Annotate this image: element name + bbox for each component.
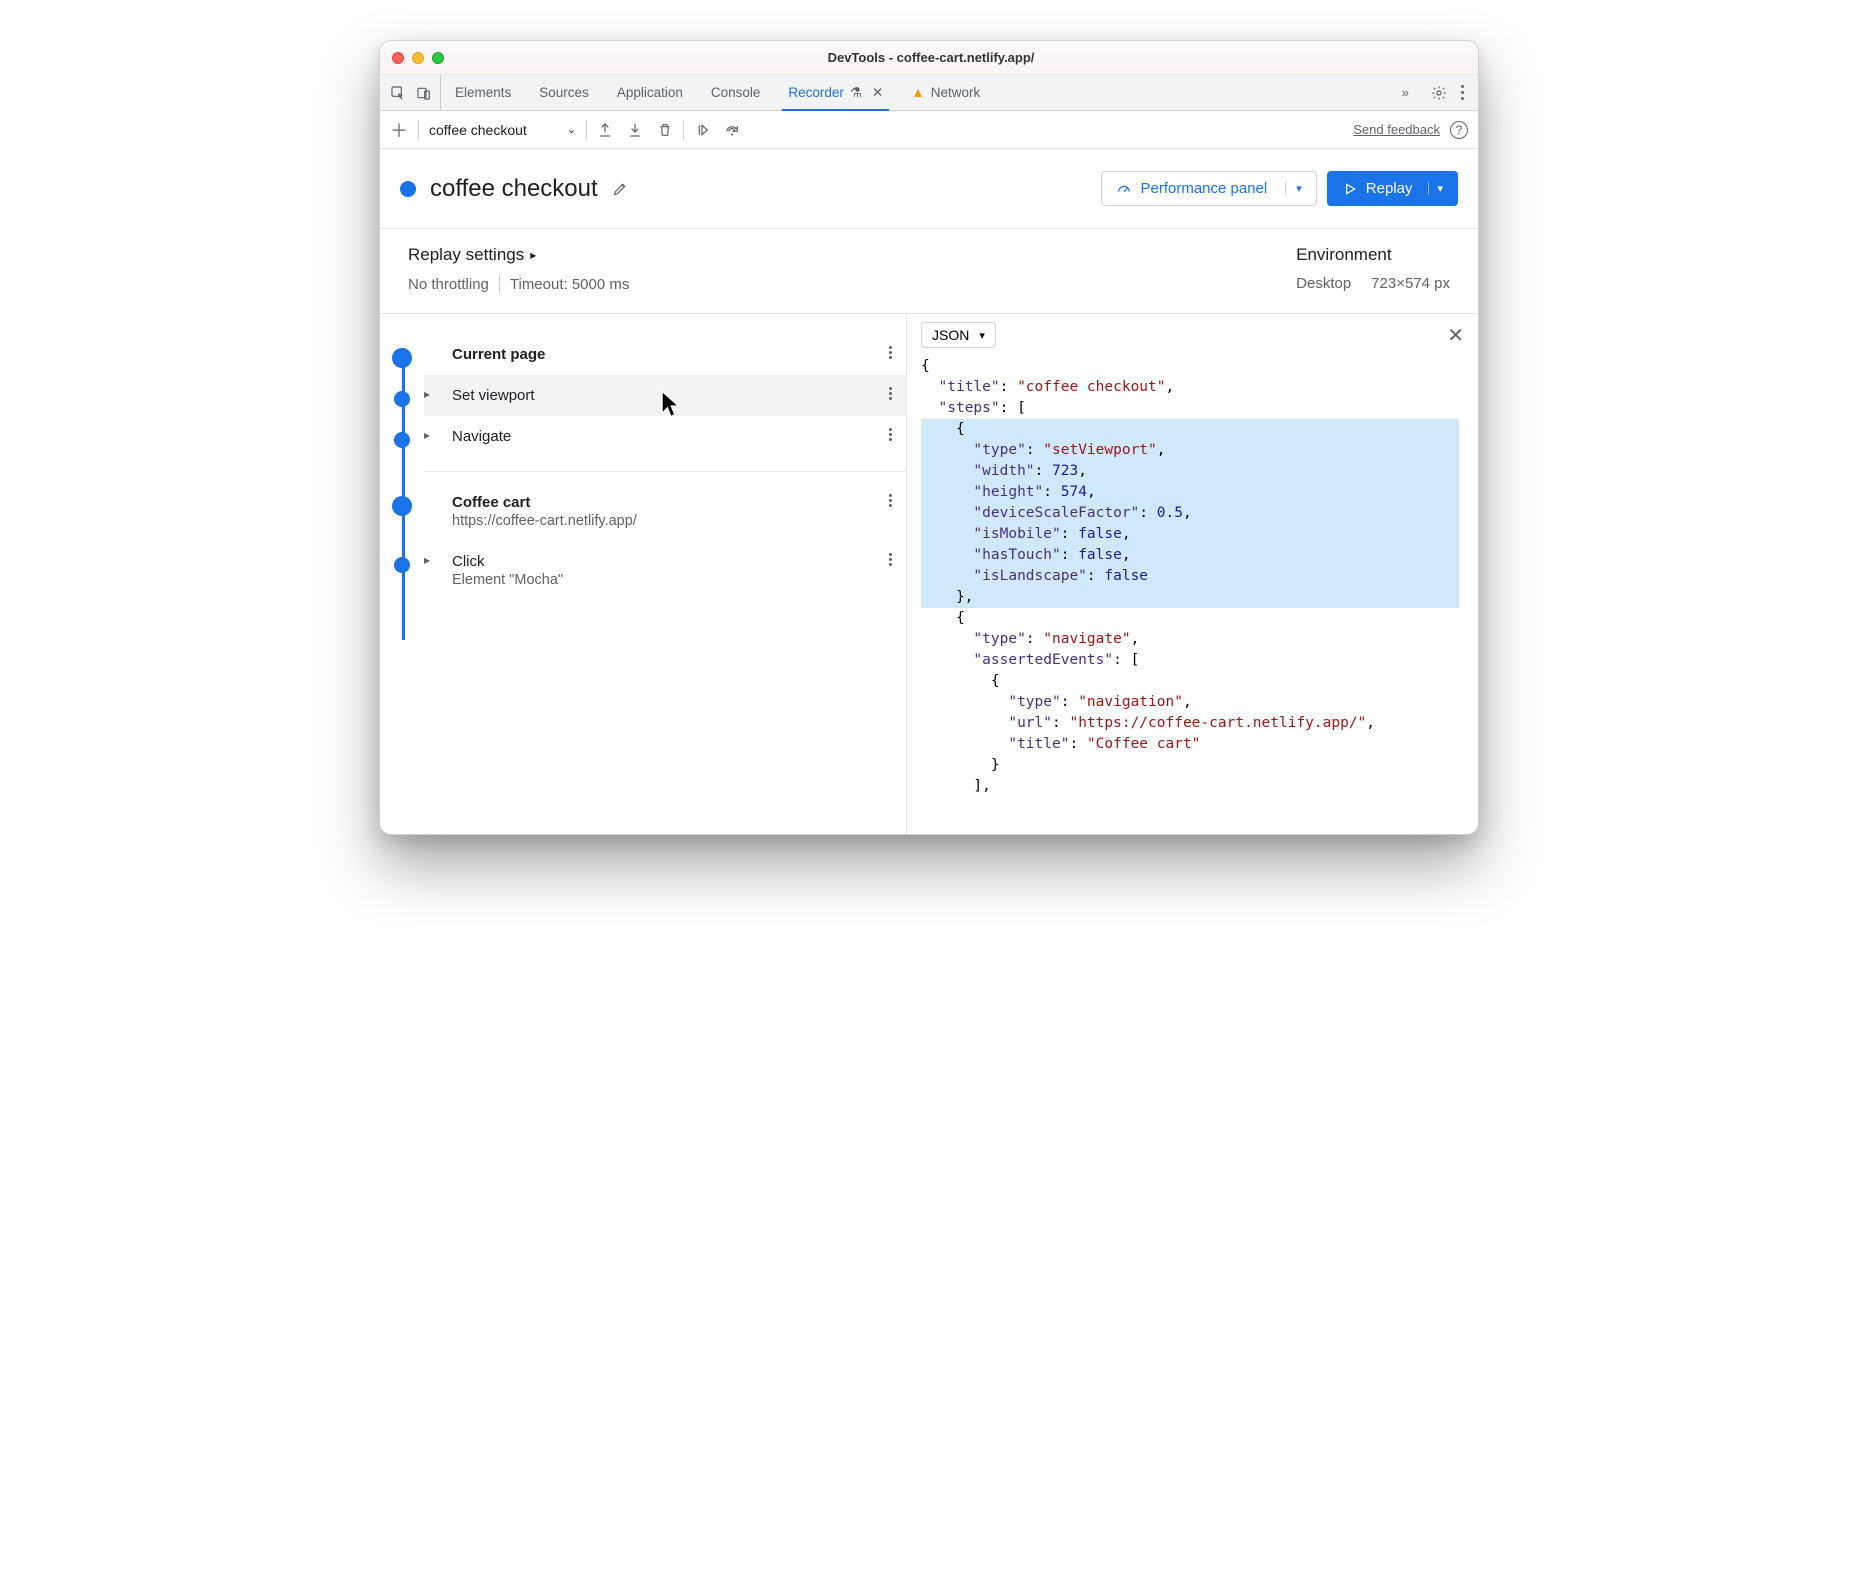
devtools-window: DevTools - coffee-cart.netlify.app/ Elem… — [379, 40, 1479, 835]
titlebar: DevTools - coffee-cart.netlify.app/ — [380, 41, 1478, 75]
delete-icon[interactable] — [657, 122, 673, 138]
step-row[interactable]: ▸ Navigate — [424, 416, 906, 457]
main-content: Current page ▸ Set viewport ▸ Navigate Coffee… — [380, 314, 1478, 834]
inspect-element-icon[interactable] — [390, 85, 406, 101]
chevron-down-icon: ▾ — [979, 329, 985, 342]
settings-row: Replay settings ▸ No throttling Timeout:… — [380, 229, 1478, 314]
kebab-menu-icon[interactable] — [1461, 85, 1464, 100]
help-icon[interactable]: ? — [1450, 121, 1468, 139]
export-icon[interactable] — [597, 122, 613, 138]
settings-gear-icon[interactable] — [1431, 85, 1447, 101]
step-sublabel: Element "Mocha" — [452, 572, 563, 588]
step-label: Set viewport — [452, 387, 535, 404]
step-label: Click — [452, 553, 563, 570]
step-menu-icon[interactable] — [889, 428, 892, 441]
step-label: Current page — [452, 346, 545, 363]
overflow-tabs-icon[interactable]: » — [1387, 85, 1423, 100]
maximize-window-icon[interactable] — [432, 52, 444, 64]
send-feedback-link[interactable]: Send feedback — [1353, 122, 1440, 137]
edit-title-icon[interactable] — [612, 181, 628, 197]
chevron-right-icon[interactable]: ▸ — [424, 428, 438, 442]
tab-network[interactable]: ▲ Network — [897, 75, 994, 110]
minimize-window-icon[interactable] — [412, 52, 424, 64]
step-over-icon[interactable] — [724, 122, 740, 138]
replay-settings-toggle[interactable]: Replay settings ▸ — [408, 245, 1296, 265]
panel-tabbar: ElementsSourcesApplicationConsoleRecorde… — [380, 75, 1478, 111]
chevron-down-icon: ⌄ — [567, 123, 576, 136]
performance-panel-button[interactable]: Performance panel ▾ — [1101, 171, 1316, 206]
import-icon[interactable] — [627, 122, 643, 138]
close-code-panel-icon[interactable]: ✕ — [1447, 323, 1464, 348]
play-icon — [1342, 181, 1358, 197]
replay-button[interactable]: Replay ▾ — [1327, 171, 1458, 206]
step-menu-icon[interactable] — [889, 387, 892, 400]
recording-header: coffee checkout Performance panel ▾ Repl… — [380, 149, 1478, 229]
step-label: Coffee cart — [452, 494, 637, 511]
close-tab-icon[interactable]: ✕ — [872, 85, 883, 101]
environment-label: Environment — [1296, 245, 1450, 265]
timeline-node-icon — [394, 432, 410, 448]
format-selector[interactable]: JSON ▾ — [921, 322, 996, 348]
tab-recorder[interactable]: Recorder ⚗ ✕ — [774, 75, 897, 110]
recording-title: coffee checkout — [430, 175, 598, 203]
step-row[interactable]: Current page — [424, 334, 906, 375]
steps-timeline: Current page ▸ Set viewport ▸ Navigate Coffee… — [380, 314, 907, 834]
chevron-right-icon[interactable]: ▸ — [424, 387, 438, 401]
tab-application[interactable]: Application — [603, 75, 697, 110]
warning-icon: ▲ — [911, 85, 924, 100]
device-type: Desktop — [1296, 275, 1351, 292]
step-sublabel: https://coffee-cart.netlify.app/ — [452, 513, 637, 529]
throttling-value: No throttling — [408, 276, 489, 293]
step-menu-icon[interactable] — [889, 346, 892, 359]
code-view[interactable]: { "title": "coffee checkout", "steps": [… — [907, 356, 1478, 834]
timeline-node-icon — [392, 348, 412, 368]
timeline-node-icon — [394, 391, 410, 407]
chevron-down-icon[interactable]: ▾ — [1428, 182, 1443, 195]
step-replay-icon[interactable] — [694, 122, 710, 138]
tab-elements[interactable]: Elements — [441, 75, 525, 110]
timeout-value: Timeout: 5000 ms — [510, 276, 630, 293]
viewport-dimensions: 723×574 px — [1371, 275, 1450, 292]
device-toggle-icon[interactable] — [416, 85, 432, 101]
step-row[interactable]: ▸ Click Element "Mocha" — [424, 541, 906, 600]
step-label: Navigate — [452, 428, 511, 445]
window-title: DevTools - coffee-cart.netlify.app/ — [456, 50, 1466, 65]
tab-sources[interactable]: Sources — [525, 75, 603, 110]
step-menu-icon[interactable] — [889, 494, 892, 507]
chevron-right-icon: ▸ — [530, 248, 536, 262]
chevron-right-icon[interactable]: ▸ — [424, 553, 438, 567]
timeline-node-icon — [394, 557, 410, 573]
recorder-toolbar: ＋ coffee checkout ⌄ Send feedback ? — [380, 111, 1478, 149]
step-row[interactable]: ▸ Set viewport — [424, 375, 906, 416]
flask-icon: ⚗ — [850, 85, 862, 101]
code-panel: JSON ▾ ✕ { "title": "coffee checkout", "… — [907, 314, 1478, 834]
chevron-down-icon[interactable]: ▾ — [1285, 182, 1302, 195]
window-controls — [392, 52, 444, 64]
step-menu-icon[interactable] — [889, 553, 892, 566]
recording-name: coffee checkout — [429, 122, 527, 138]
recording-status-dot-icon — [400, 181, 416, 197]
new-recording-icon[interactable]: ＋ — [390, 117, 408, 143]
tab-console[interactable]: Console — [697, 75, 775, 110]
step-row[interactable]: Coffee cart https://coffee-cart.netlify.a… — [424, 482, 906, 541]
close-window-icon[interactable] — [392, 52, 404, 64]
gauge-icon — [1116, 181, 1132, 197]
timeline-node-icon — [392, 496, 412, 516]
recording-selector[interactable]: coffee checkout ⌄ — [429, 122, 576, 138]
